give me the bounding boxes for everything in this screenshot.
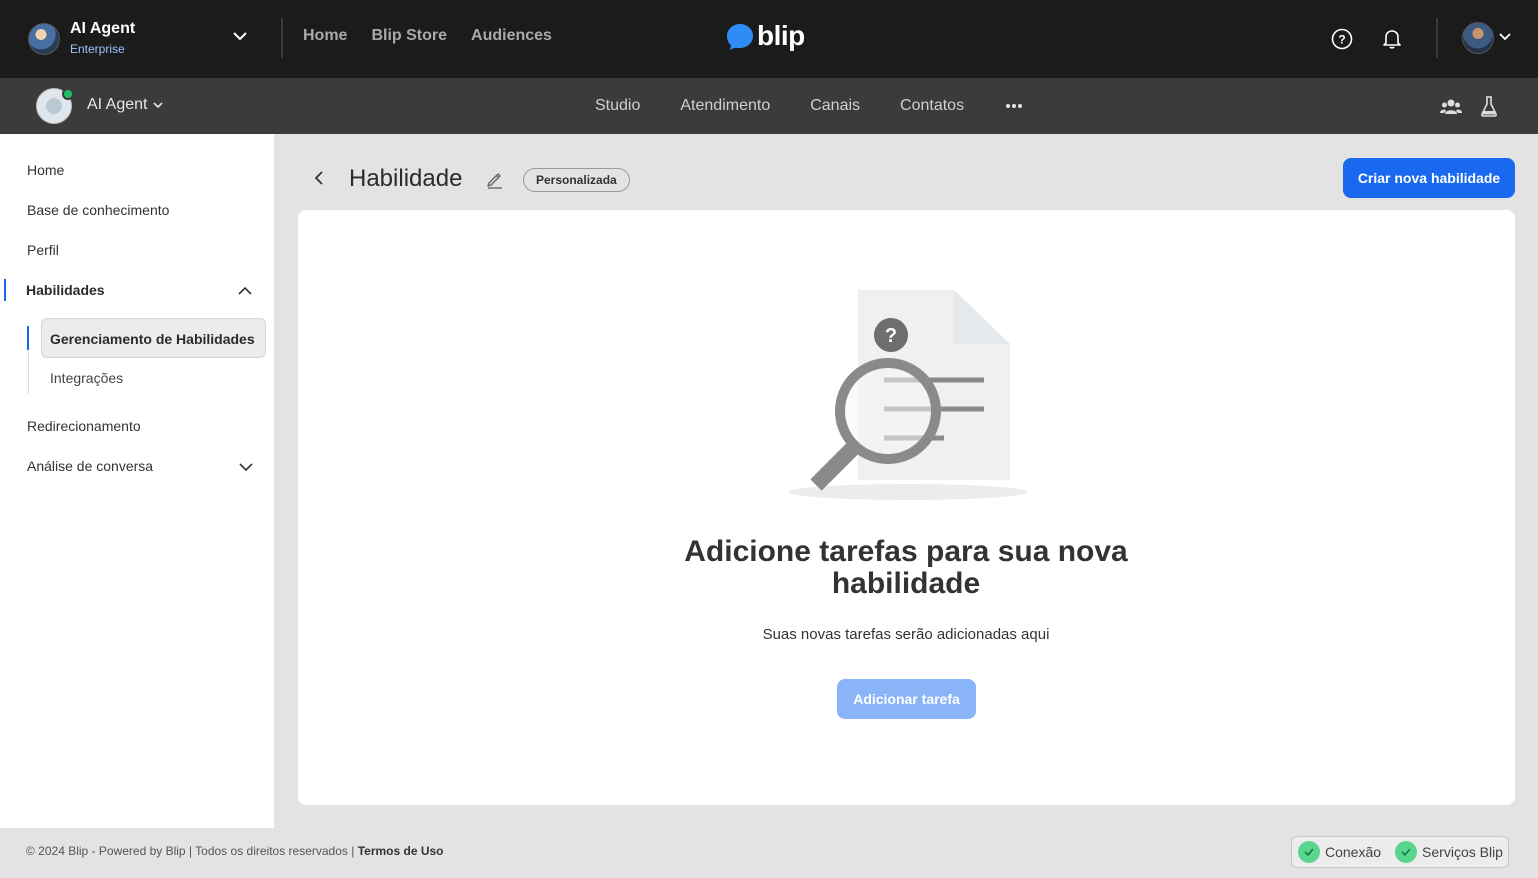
- online-status-dot: [62, 88, 74, 100]
- sidebar-item-integracoes[interactable]: Integrações: [50, 370, 123, 386]
- user-avatar[interactable]: [1462, 22, 1494, 54]
- top-nav: Home Blip Store Audiences: [303, 27, 552, 45]
- empty-subtitle: Suas novas tarefas serão adicionadas aqu…: [762, 626, 1050, 643]
- nav-blip-store[interactable]: Blip Store: [371, 27, 447, 45]
- status-connection: Conexão: [1298, 841, 1381, 863]
- chevron-down-icon[interactable]: [232, 28, 248, 44]
- org-avatar: [28, 22, 60, 55]
- page-title: Habilidade: [349, 165, 463, 192]
- bell-icon[interactable]: [1380, 26, 1404, 50]
- bot-name: AI Agent: [87, 96, 148, 113]
- divider: [281, 18, 283, 58]
- sidebar-item-home[interactable]: Home: [27, 162, 64, 178]
- more-icon[interactable]: [1004, 98, 1024, 114]
- bot-selector[interactable]: AI Agent: [87, 96, 164, 114]
- sidebar-item-perfil[interactable]: Perfil: [27, 242, 59, 258]
- chevron-up-icon[interactable]: [238, 284, 252, 298]
- divider: [1436, 18, 1438, 58]
- tab-studio[interactable]: Studio: [595, 97, 640, 115]
- svg-text:?: ?: [885, 325, 897, 347]
- empty-title: Adicione tarefas para sua nova habilidad…: [684, 535, 1128, 600]
- create-skill-button[interactable]: Criar nova habilidade: [1343, 158, 1515, 198]
- tab-contatos[interactable]: Contatos: [900, 97, 964, 115]
- status-panel[interactable]: Conexão Serviços Blip: [1291, 836, 1509, 868]
- team-icon[interactable]: [1440, 96, 1462, 116]
- org-name: AI Agent: [70, 20, 136, 37]
- footer: © 2024 Blip - Powered by Blip | Todos os…: [0, 828, 1538, 878]
- edit-icon[interactable]: [485, 169, 505, 189]
- top-bar: AI Agent Enterprise Home Blip Store Audi…: [0, 0, 1538, 78]
- sidebar-item-redirecionamento[interactable]: Redirecionamento: [27, 418, 141, 434]
- active-indicator: [4, 279, 6, 301]
- chevron-down-icon[interactable]: [239, 460, 253, 474]
- add-task-button[interactable]: Adicionar tarefa: [837, 679, 976, 719]
- empty-state-card: ? Adicione tarefas para sua nova habilid…: [298, 210, 1515, 805]
- check-icon: [1395, 841, 1418, 863]
- org-plan: Enterprise: [70, 42, 125, 56]
- status-services-label: Serviços Blip: [1422, 844, 1503, 860]
- copyright-text: © 2024 Blip - Powered by Blip | Todos os…: [26, 844, 355, 858]
- blip-logo[interactable]: blip: [726, 22, 805, 50]
- back-arrow-icon[interactable]: [311, 170, 327, 186]
- chevron-down-icon: [152, 102, 163, 109]
- svg-text:?: ?: [1338, 33, 1345, 47]
- bot-bar: AI Agent Studio Atendimento Canais Conta…: [0, 78, 1538, 134]
- chevron-down-icon[interactable]: [1498, 30, 1512, 44]
- type-badge: Personalizada: [523, 168, 630, 192]
- org-switcher[interactable]: AI Agent Enterprise: [28, 20, 135, 57]
- copyright: © 2024 Blip - Powered by Blip | Todos os…: [26, 844, 444, 858]
- help-icon[interactable]: ?: [1330, 27, 1354, 51]
- sidebar-item-analise[interactable]: Análise de conversa: [27, 458, 153, 474]
- terms-link[interactable]: Termos de Uso: [358, 844, 444, 858]
- active-indicator: [27, 326, 29, 350]
- status-connection-label: Conexão: [1325, 844, 1382, 860]
- tab-canais[interactable]: Canais: [810, 97, 860, 115]
- flask-icon[interactable]: [1480, 95, 1498, 117]
- sidebar-item-gerenciamento[interactable]: Gerenciamento de Habilidades: [41, 318, 266, 358]
- nav-audiences[interactable]: Audiences: [471, 27, 552, 45]
- bot-nav: Studio Atendimento Canais Contatos: [595, 97, 1024, 115]
- sidebar-item-habilidades[interactable]: Habilidades: [26, 282, 105, 298]
- status-services: Serviços Blip: [1395, 841, 1503, 863]
- logo-text: blip: [757, 20, 805, 51]
- tab-atendimento[interactable]: Atendimento: [680, 97, 770, 115]
- blip-bubble-icon: [727, 24, 753, 50]
- nav-home[interactable]: Home: [303, 27, 347, 45]
- check-icon: [1298, 841, 1320, 863]
- empty-search-illustration: ?: [788, 290, 1028, 500]
- sidebar-item-base-conhecimento[interactable]: Base de conhecimento: [27, 202, 169, 218]
- sidebar: Home Base de conhecimento Perfil Habilid…: [0, 134, 274, 828]
